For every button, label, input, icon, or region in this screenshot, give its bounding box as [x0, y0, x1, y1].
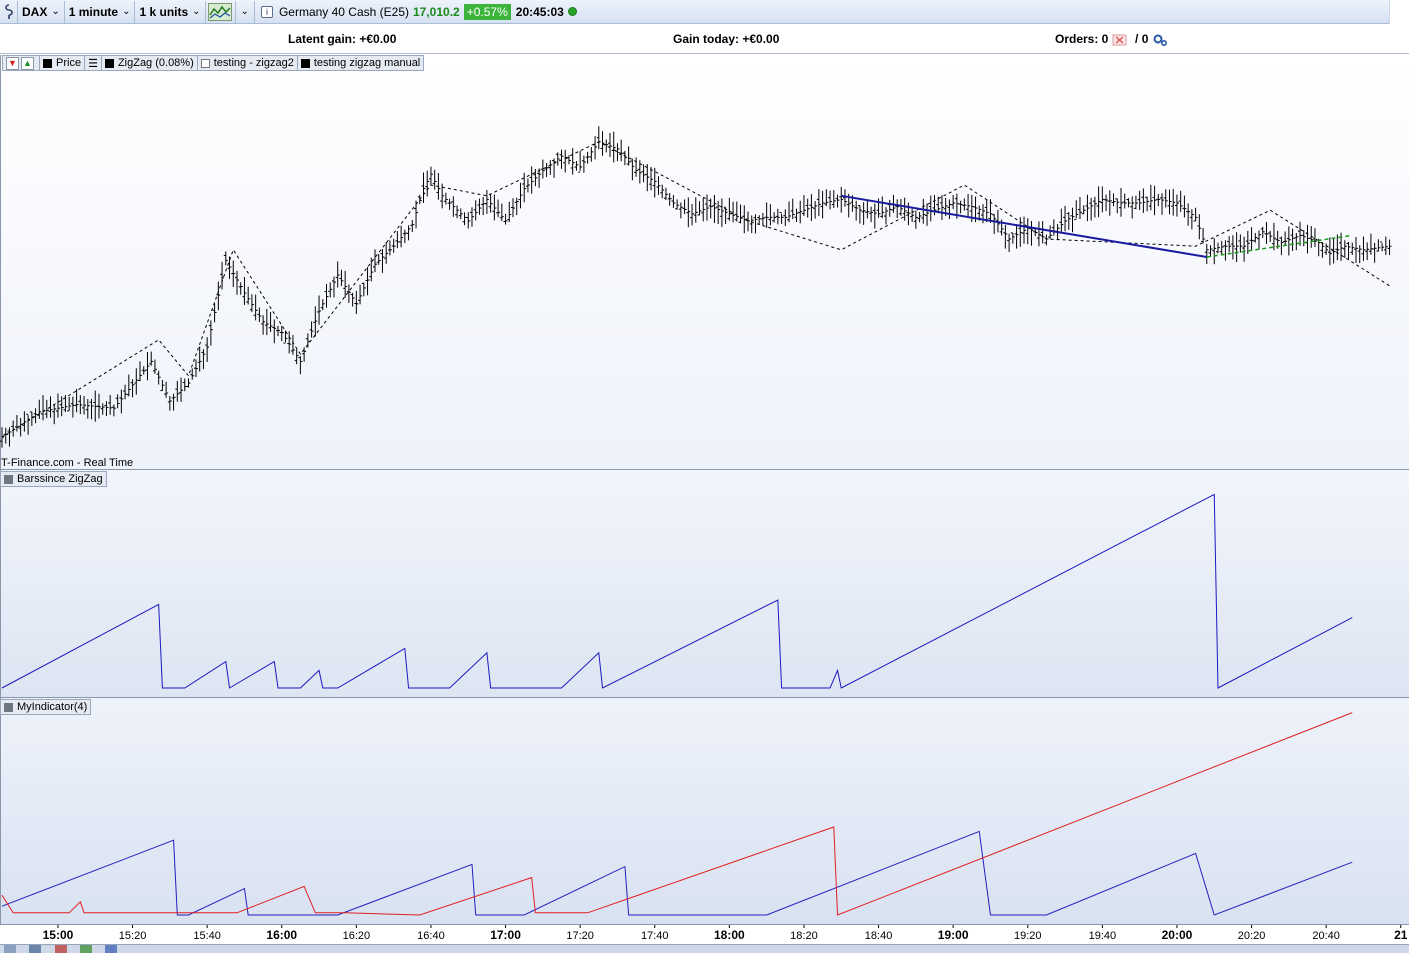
legend-price[interactable]: Price: [40, 56, 86, 70]
bottom-taskbar: [0, 944, 1409, 953]
time-label: 20:40: [1312, 930, 1340, 942]
price-panel: ▼ ▲ Price ☰ ZigZag (0.08%) testing - zig…: [0, 55, 1409, 469]
units-select-label: 1 k units: [139, 4, 189, 19]
data-source-label: IT-Finance.com - Real Time: [0, 457, 134, 469]
time-label: 17:40: [641, 930, 669, 942]
time-label: 20:00: [1162, 928, 1193, 942]
barssince-panel: Barssince ZigZag: [0, 469, 1409, 697]
collapse-down-icon[interactable]: ▼: [6, 56, 19, 70]
time-label: 18:00: [714, 928, 745, 942]
chevron-down-icon: ⌄: [192, 6, 201, 17]
trading-chart-window: DAX ⌄ 1 minute ⌄ 1 k units ⌄ ⌄ i Germany…: [0, 0, 1409, 953]
legend-testing-manual[interactable]: testing zigzag manual: [298, 56, 423, 70]
instrument-select[interactable]: DAX ⌄: [18, 0, 65, 23]
time-label: 16:20: [343, 930, 371, 942]
barssince-chart[interactable]: [0, 470, 1409, 697]
instrument-select-label: DAX: [22, 4, 48, 19]
clock: 20:45:03: [515, 4, 564, 19]
legend-arrows: ▼ ▲: [3, 56, 40, 70]
timeframe-select-label: 1 minute: [68, 4, 119, 19]
last-price: 17,010.2: [413, 4, 460, 19]
link-icon[interactable]: [0, 0, 18, 23]
chevron-down-icon: ⌄: [51, 6, 60, 17]
myindicator-legend-label: MyIndicator(4): [17, 701, 88, 713]
myindicator-panel: MyIndicator(4): [0, 697, 1409, 924]
time-label: 21: [1394, 928, 1408, 942]
chevron-down-icon: ⌄: [240, 6, 249, 17]
list-icon: ☰: [88, 57, 98, 70]
time-label: 16:40: [417, 930, 445, 942]
time-axis-labels: 15:00 15:20 15:40 16:00 16:20 16:40 17:00 17:20…: [43, 925, 1408, 942]
price-color-swatch: [43, 58, 52, 68]
taskbar-icon[interactable]: [54, 945, 67, 953]
myindicator-legend-item[interactable]: MyIndicator(4): [1, 700, 90, 714]
myindicator-legend[interactable]: MyIndicator(4): [0, 699, 92, 715]
gear-icon[interactable]: [1152, 33, 1168, 47]
chart-type-button[interactable]: [206, 0, 236, 23]
barssince-legend[interactable]: Barssince ZigZag: [0, 471, 107, 487]
time-label: 19:20: [1014, 930, 1042, 942]
units-select[interactable]: 1 k units ⌄: [135, 0, 206, 23]
time-label: 20:20: [1238, 930, 1266, 942]
time-label: 17:00: [490, 928, 521, 942]
chart-toolbar: DAX ⌄ 1 minute ⌄ 1 k units ⌄ ⌄ i Germany…: [0, 0, 1409, 24]
timeframe-select[interactable]: 1 minute ⌄: [65, 0, 136, 23]
time-label: 17:20: [566, 930, 594, 942]
time-label: 18:40: [865, 930, 893, 942]
toolbar-spacer: [1389, 0, 1409, 24]
testing-zigzag2-swatch: [200, 58, 210, 68]
change-badge: +0.57%: [463, 3, 511, 20]
legend-testing-zigzag2[interactable]: testing - zigzag2: [198, 56, 298, 70]
taskbar-icon[interactable]: [4, 945, 16, 953]
chevron-down-icon: ⌄: [122, 6, 131, 17]
myindicator-swatch: [4, 702, 13, 712]
gain-today: Gain today: +€0.00: [673, 32, 780, 46]
time-label: 19:40: [1089, 930, 1117, 942]
barssince-swatch: [4, 474, 13, 484]
legend-price-label: Price: [56, 57, 82, 69]
chart-style-icon: [208, 2, 233, 21]
taskbar-icon[interactable]: [80, 945, 93, 953]
chart-type-dropdown[interactable]: ⌄: [236, 0, 255, 23]
barssince-legend-label: Barssince ZigZag: [17, 473, 103, 485]
live-status-icon: [567, 7, 577, 16]
orders-count: Orders: 0: [1055, 32, 1109, 46]
collapse-up-icon[interactable]: ▲: [21, 56, 34, 70]
time-axis[interactable]: 15:00 15:20 15:40 16:00 16:20 16:40 17:00 17:20…: [0, 924, 1409, 944]
legend-list[interactable]: ☰: [85, 56, 102, 70]
price-chart[interactable]: [0, 55, 1409, 469]
account-stats-bar: Latent gain: +€0.00 Gain today: +€0.00 O…: [0, 25, 1409, 54]
instrument-name: Germany 40 Cash (E25): [278, 4, 409, 19]
legend-zigzag-label: ZigZag (0.08%): [117, 57, 194, 69]
time-label: 15:00: [43, 928, 74, 942]
time-label: 18:20: [790, 930, 818, 942]
legend-zigzag[interactable]: ZigZag (0.08%): [102, 56, 198, 70]
orders-pending: / 0: [1135, 32, 1149, 46]
testing-manual-swatch: [300, 58, 310, 68]
time-label: 16:00: [266, 928, 297, 942]
zigzag-color-swatch: [104, 58, 114, 68]
price-legend: ▼ ▲ Price ☰ ZigZag (0.08%) testing - zig…: [2, 55, 425, 71]
legend-testing-zigzag2-label: testing - zigzag2: [213, 57, 294, 69]
cancel-orders-icon[interactable]: [1112, 34, 1128, 46]
orders-summary: Orders: 0 / 0: [1055, 32, 1168, 47]
taskbar-icon[interactable]: [105, 945, 118, 953]
time-label: 15:20: [119, 930, 147, 942]
info-icon[interactable]: i: [260, 5, 273, 18]
time-label: 19:00: [938, 928, 969, 942]
myindicator-chart[interactable]: [0, 698, 1409, 924]
latent-gain: Latent gain: +€0.00: [288, 32, 397, 46]
barssince-legend-item[interactable]: Barssince ZigZag: [1, 472, 106, 486]
legend-testing-manual-label: testing zigzag manual: [313, 57, 421, 69]
taskbar-icon[interactable]: [29, 945, 42, 953]
time-label: 15:40: [193, 930, 221, 942]
